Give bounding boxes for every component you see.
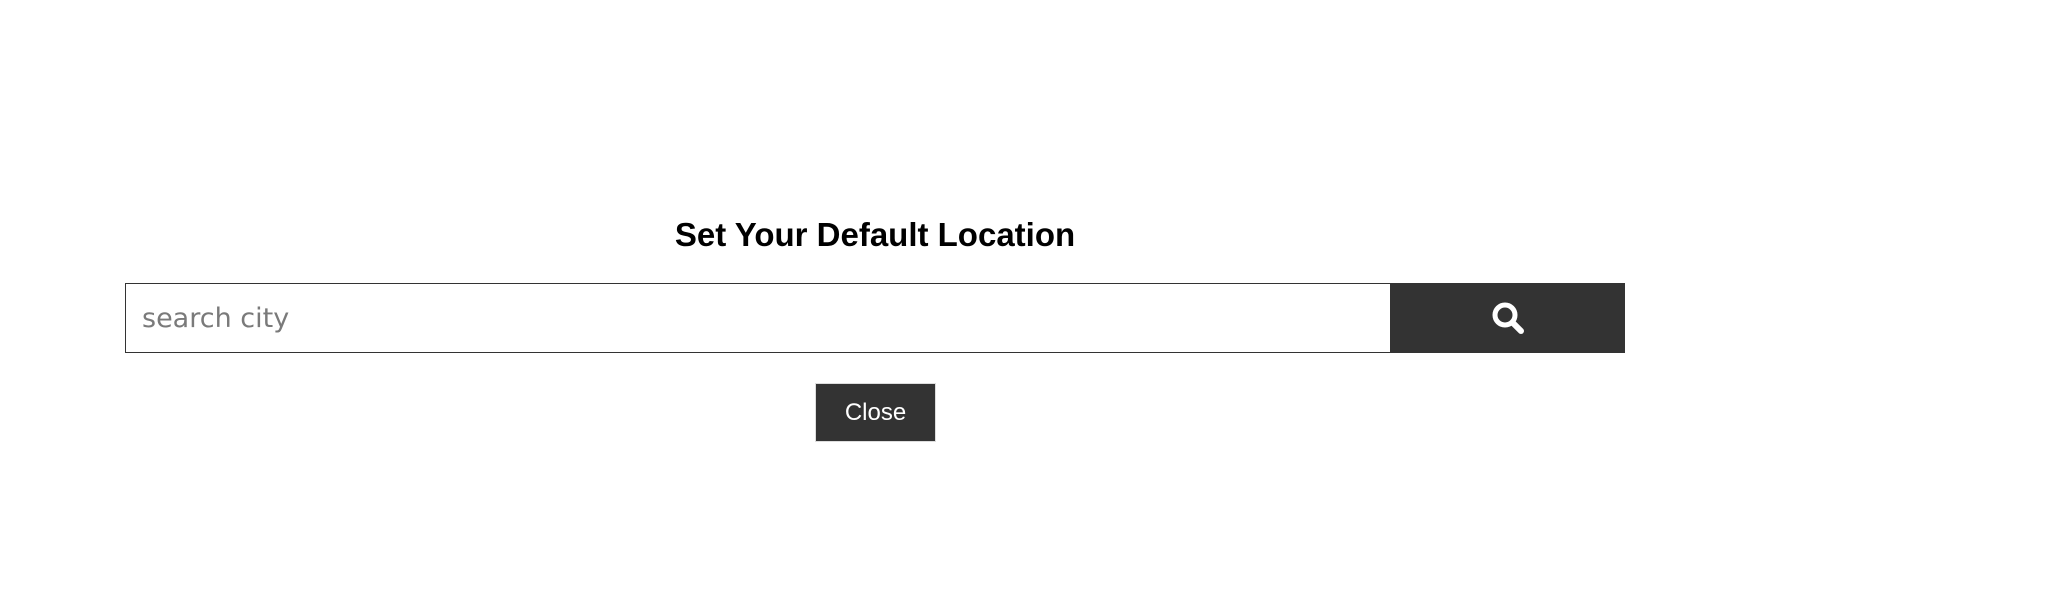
modal-title: Set Your Default Location <box>674 216 1076 253</box>
search-icon <box>1491 301 1525 335</box>
search-button[interactable] <box>1390 283 1625 353</box>
close-button[interactable]: Close <box>815 383 936 442</box>
search-bar <box>125 283 1625 353</box>
city-search-input[interactable] <box>125 283 1390 353</box>
